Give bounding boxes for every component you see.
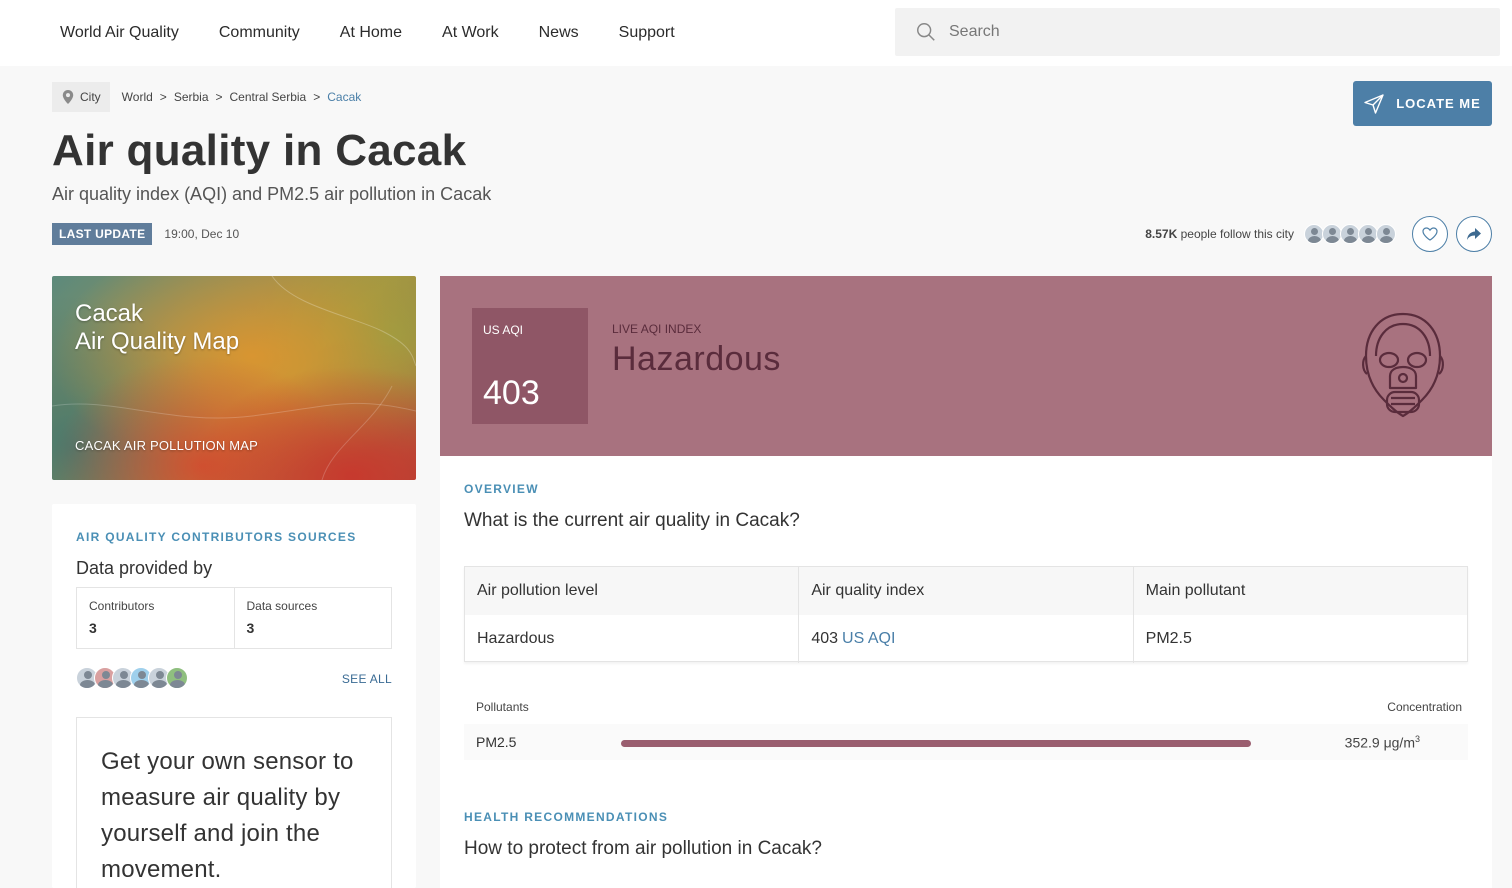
contributors-value: 3 bbox=[89, 620, 97, 636]
aqi-panel: US AQI 403 LIVE AQI INDEX Hazardous bbox=[440, 276, 1492, 456]
navigation-arrow-icon bbox=[1364, 93, 1384, 114]
contributors-card: AIR QUALITY CONTRIBUTORS SOURCES Data pr… bbox=[52, 504, 416, 888]
table-header: Air quality index bbox=[798, 567, 1132, 615]
pollutants-header: Pollutants bbox=[476, 700, 529, 714]
search-icon bbox=[917, 23, 935, 41]
data-sources-value: 3 bbox=[246, 620, 255, 636]
pollutant-row: PM2.5 352.9 μg/m3 bbox=[464, 724, 1468, 760]
pollutant-value-text: 352.9 μg/m bbox=[1344, 734, 1415, 751]
contributors-section-label: AIR QUALITY CONTRIBUTORS SOURCES bbox=[76, 530, 357, 544]
aqi-level: Hazardous bbox=[612, 340, 781, 378]
main-pollutant-cell: PM2.5 bbox=[1132, 615, 1467, 663]
get-sensor-card[interactable]: Get your own sensor to measure air quali… bbox=[76, 717, 392, 888]
followers-text: 8.57K people follow this city bbox=[1145, 227, 1294, 241]
main-nav: World Air Quality Community At Home At W… bbox=[60, 0, 675, 66]
search-input[interactable] bbox=[949, 23, 1469, 41]
contributors-label: Contributors bbox=[89, 599, 155, 613]
last-update-time: 19:00, Dec 10 bbox=[164, 227, 240, 241]
aqi-cell-value: 403 bbox=[811, 630, 839, 647]
concentration-header: Concentration bbox=[1387, 700, 1462, 714]
gas-mask-icon bbox=[1362, 312, 1444, 418]
nav-at-work[interactable]: At Work bbox=[442, 24, 499, 42]
get-sensor-text: Get your own sensor to measure air quali… bbox=[101, 748, 354, 883]
us-aqi-label: US AQI bbox=[483, 323, 524, 337]
nav-at-home[interactable]: At Home bbox=[340, 24, 402, 42]
breadcrumb-separator: > bbox=[159, 90, 167, 104]
table-header: Main pollutant bbox=[1132, 567, 1467, 615]
avatar bbox=[1358, 224, 1378, 244]
breadcrumb-world[interactable]: World bbox=[122, 90, 153, 104]
air-quality-map-card[interactable]: Cacak Air Quality Map CACAK AIR POLLUTIO… bbox=[52, 276, 416, 480]
pollution-level-cell: Hazardous bbox=[477, 630, 555, 647]
data-sources-label: Data sources bbox=[246, 599, 318, 613]
breadcrumb-separator: > bbox=[215, 90, 223, 104]
health-question: How to protect from air pollution in Cac… bbox=[464, 838, 822, 859]
last-update: LAST UPDATE 19:00, Dec 10 bbox=[52, 223, 239, 245]
followers-count: 8.57K bbox=[1145, 227, 1178, 241]
map-card-title-sub: Air Quality Map bbox=[75, 328, 240, 355]
aqi-cell: 403 US AQI bbox=[798, 615, 1132, 663]
breadcrumb-current: Cacak bbox=[327, 90, 362, 104]
locate-me-button[interactable]: LOCATE ME bbox=[1353, 81, 1492, 126]
last-update-badge: LAST UPDATE bbox=[52, 223, 153, 245]
pollutant-unit-superscript: 3 bbox=[1414, 733, 1420, 744]
contributors-stats: Contributors 3 Data sources 3 bbox=[76, 587, 392, 649]
us-aqi-value: 403 bbox=[483, 374, 540, 412]
contributor-avatar[interactable] bbox=[166, 667, 188, 689]
page-title: Air quality in Cacak bbox=[52, 126, 467, 175]
contributors-cell: Contributors 3 bbox=[77, 588, 234, 648]
top-nav-bar: World Air Quality Community At Home At W… bbox=[0, 0, 1512, 66]
table-header: Air pollution level bbox=[477, 582, 598, 599]
search-bar bbox=[895, 8, 1500, 56]
us-aqi-box: US AQI 403 bbox=[472, 308, 588, 424]
see-all-link[interactable]: SEE ALL bbox=[342, 672, 392, 686]
followers-caption: people follow this city bbox=[1180, 227, 1294, 241]
avatar bbox=[1304, 224, 1324, 244]
page-subtitle: Air quality index (AQI) and PM2.5 air po… bbox=[52, 184, 492, 204]
map-card-title-city: Cacak bbox=[75, 300, 144, 327]
data-sources-cell: Data sources 3 bbox=[233, 588, 392, 648]
pollution-summary-table: Air pollution level Air quality index Ma… bbox=[464, 566, 1468, 663]
locate-me-label: LOCATE ME bbox=[1396, 96, 1481, 111]
nav-news[interactable]: News bbox=[539, 24, 579, 42]
follower-avatars bbox=[1304, 224, 1396, 244]
heart-icon bbox=[1422, 227, 1438, 241]
pollutant-name: PM2.5 bbox=[476, 734, 517, 750]
share-button[interactable] bbox=[1456, 216, 1492, 252]
nav-support[interactable]: Support bbox=[619, 24, 675, 42]
share-arrow-icon bbox=[1467, 228, 1481, 240]
overview-card: OVERVIEW What is the current air quality… bbox=[440, 456, 1492, 888]
pollutant-bar bbox=[621, 740, 1251, 747]
nav-community[interactable]: Community bbox=[219, 24, 300, 42]
follow-section: 8.57K people follow this city bbox=[1145, 216, 1492, 252]
nav-world-air-quality[interactable]: World Air Quality bbox=[60, 24, 179, 42]
city-chip-label: City bbox=[80, 90, 101, 104]
overview-section-label: OVERVIEW bbox=[464, 482, 539, 496]
breadcrumb-central-serbia[interactable]: Central Serbia bbox=[230, 90, 307, 104]
table-row: Hazardous 403 US AQI PM2.5 bbox=[465, 615, 1467, 663]
breadcrumb-separator: > bbox=[313, 90, 321, 104]
map-card-link[interactable]: CACAK AIR POLLUTION MAP bbox=[75, 438, 258, 453]
contributor-avatars bbox=[76, 667, 188, 689]
avatar bbox=[1340, 224, 1360, 244]
overview-question: What is the current air quality in Cacak… bbox=[464, 510, 800, 531]
avatar bbox=[1322, 224, 1342, 244]
location-pin-icon bbox=[62, 90, 74, 104]
breadcrumb: City World > Serbia > Central Serbia > C… bbox=[52, 82, 361, 112]
pollutant-value: 352.9 μg/m3 bbox=[1345, 734, 1420, 751]
data-provided-heading: Data provided by bbox=[76, 558, 213, 578]
health-section-label: HEALTH RECOMMENDATIONS bbox=[464, 810, 669, 824]
avatar bbox=[1376, 224, 1396, 244]
aqi-cell-unit[interactable]: US AQI bbox=[842, 630, 895, 648]
city-chip: City bbox=[52, 82, 110, 112]
map-card-title: Cacak Air Quality Map bbox=[75, 300, 239, 356]
breadcrumb-serbia[interactable]: Serbia bbox=[174, 90, 209, 104]
follow-button[interactable] bbox=[1412, 216, 1448, 252]
live-aqi-label: LIVE AQI INDEX bbox=[612, 322, 702, 336]
table-header-row: Air pollution level Air quality index Ma… bbox=[465, 567, 1467, 615]
